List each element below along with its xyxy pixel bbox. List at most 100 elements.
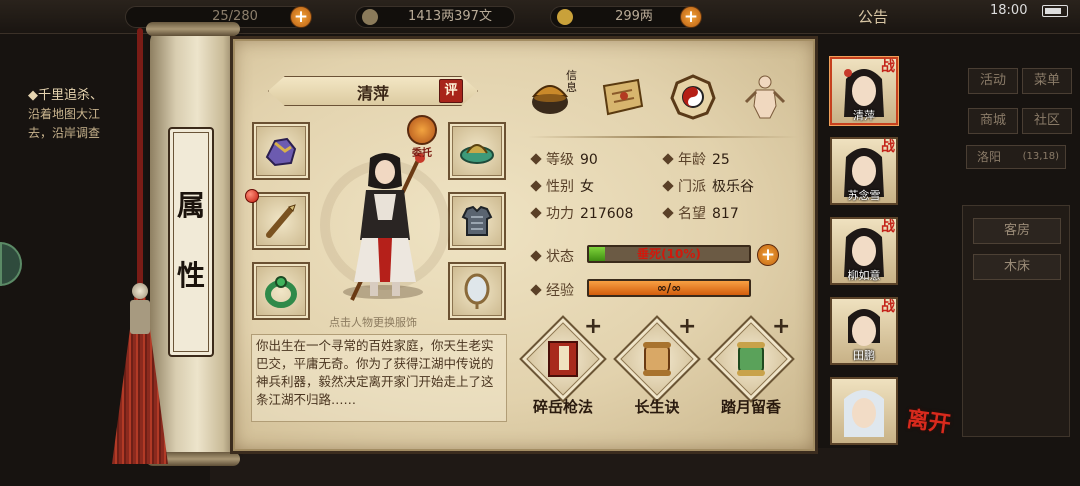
change-outfit-hint: 点击人物更换服饰 [329,316,417,329]
party-member-name: 田鹏 [853,349,875,362]
battle-tag: 战 [881,299,895,315]
equip-slot-hat[interactable] [448,122,506,180]
entrust-label: 委托 [412,148,432,159]
armor-icon [461,205,493,236]
tassel-cord [137,28,143,288]
equip-slot-ring[interactable] [252,262,310,320]
location-name: 洛阳 [977,150,1002,164]
add-stamina-button[interactable]: + [290,6,312,28]
map-button[interactable] [598,72,648,122]
tassel-cap [130,300,150,334]
party-member-name: 清萍 [853,109,875,122]
stat-fame: 名望 817 [662,203,739,223]
add-skill-plus[interactable]: + [772,314,790,339]
panel-title: 属 性 [168,127,214,357]
location-coords: (13,18) [1022,151,1059,162]
quest-line: 沿着地图大江 [28,107,101,121]
equip-slot-weapon[interactable] [252,192,310,250]
gauntlet-icon [265,137,297,167]
entrust-icon[interactable] [407,115,437,145]
diamond-icon [530,250,542,262]
bagua-icon [670,74,716,120]
heal-button[interactable]: + [757,244,779,266]
battery-icon [1042,5,1068,17]
party-member-portrait[interactable]: 战 田鹏 [830,297,898,365]
party-member-name: 苏念雪 [847,189,881,202]
new-item-dot [245,189,259,203]
battle-tag: 战 [881,59,895,75]
party-member-name: 柳如意 [847,269,881,282]
stat-power: 功力 217608 [530,203,633,223]
notice-button[interactable]: 公告 [858,6,888,27]
equip-slot-gloves[interactable] [252,122,310,180]
community-button[interactable]: 社区 [1022,108,1072,134]
diamond-icon [530,180,542,192]
panel-title-char: 属 [176,189,205,222]
hat-icon [460,144,494,164]
side-toggle-handle[interactable] [0,242,22,286]
clock: 18:00 [990,3,1028,18]
place-item-guest-room[interactable]: 客房 [973,218,1061,244]
status-label: 状态 [530,246,574,266]
diamond-icon [662,180,674,192]
status-bar: 垂死(10%) [587,245,751,263]
party-member-portrait[interactable] [830,377,898,445]
spear-icon [266,204,296,238]
stat-gender: 性别女 [530,176,594,196]
stat-sect: 门派 极乐谷 [662,176,754,196]
body-figure-icon [744,75,786,119]
diamond-icon [662,207,674,219]
bagua-button[interactable] [668,72,718,122]
party-member-portrait[interactable]: 战 苏念雪 [830,137,898,205]
status-bar-text: 垂死(10%) [637,247,701,261]
meridian-button[interactable] [740,72,790,122]
divider [528,136,798,138]
equip-slot-accessory[interactable] [448,262,506,320]
menu-button[interactable]: 菜单 [1022,68,1072,94]
diamond-bullet-icon: ◆ [28,88,38,103]
jade-ring-icon [265,276,297,308]
silver-counter: 299两 [550,6,700,28]
add-silver-button[interactable]: + [680,6,702,28]
leave-button[interactable]: 离开 [905,401,953,439]
diamond-icon [530,207,542,219]
bead-icon [132,283,148,299]
scroll-icon [643,342,671,376]
character-figure[interactable] [340,150,430,302]
ingot-icon [557,9,573,25]
panel-title-char: 性 [176,259,205,292]
manual-book-icon [548,341,578,377]
info-label: 信息 [566,69,577,94]
battle-tag: 战 [881,139,895,155]
add-skill-plus[interactable]: + [678,314,696,339]
exp-bar: ∞/∞ [587,279,751,297]
stat-level: 等级 90 [530,149,598,169]
diamond-icon [662,153,674,165]
battle-tag: 战 [881,219,895,235]
quest-title: 千里追杀、 [38,88,104,103]
activity-button[interactable]: 活动 [968,68,1018,94]
location-display: (13,18) 洛阳 [966,145,1066,169]
diamond-icon [530,284,542,296]
place-list: 客房 木床 [962,205,1070,437]
quest-tracker[interactable]: ◆千里追杀、 沿着地图大江 去，沿岸调查 [28,86,153,156]
coin-counter: 1413两397文 [355,6,515,28]
place-item-wooden-bed[interactable]: 木床 [973,254,1061,280]
scroll-map-icon [602,78,644,116]
character-portrait-icon [844,390,884,437]
diamond-icon [530,153,542,165]
shop-button[interactable]: 商城 [968,108,1018,134]
exp-label: 经验 [530,280,574,300]
character-bio: 你出生在一个寻常的百姓家庭，你天生老实巴交，平庸无奇。你为了获得江湖中传说的神兵… [251,334,507,422]
mirror-icon [464,273,490,309]
equip-slot-armor[interactable] [448,192,506,250]
skill-name: 踏月留香 [720,398,781,416]
scroll-cap-top [146,22,240,36]
stat-age: 年龄 25 [662,149,730,169]
party-member-portrait[interactable]: 战 清萍 [830,57,898,125]
exp-bar-text: ∞/∞ [656,281,682,295]
evaluate-button[interactable]: 评 [439,79,463,103]
add-skill-plus[interactable]: + [584,314,602,339]
party-member-portrait[interactable]: 战 柳如意 [830,217,898,285]
coin-icon [362,9,378,25]
